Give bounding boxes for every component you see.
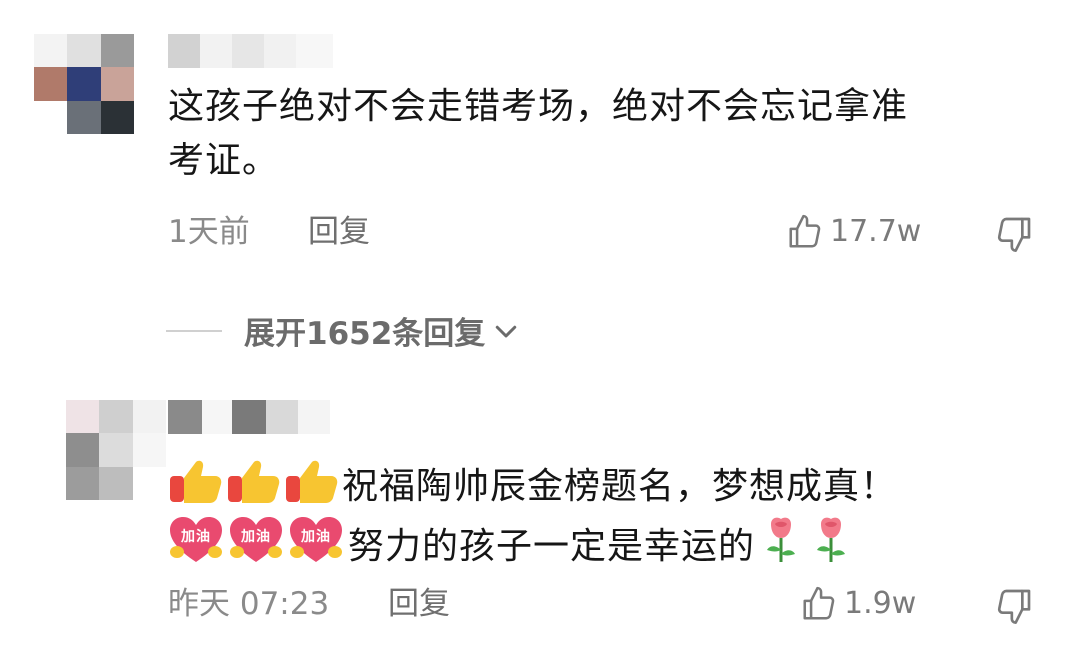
expand-replies-label: 展开1652条回复 — [244, 316, 486, 352]
like-button[interactable]: 17.7w — [786, 212, 921, 252]
expand-replies-button[interactable]: 展开1652条回复 — [166, 308, 521, 353]
thumbs-up-emoji — [286, 460, 338, 503]
comment-item: 祝福陶帅辰金榜题名，梦想成真！ 加油 加油 加油 努力的孩子一定是幸运的 昨天 … — [0, 380, 1080, 666]
comment-time: 昨天 07:23 — [168, 586, 330, 622]
comment-time: 1天前 — [168, 214, 250, 250]
thumbs-down-icon[interactable] — [994, 214, 1034, 254]
comment-text: 这孩子绝对不会走错考场，绝对不会忘记拿准 考证。 — [168, 80, 908, 188]
thumbs-up-emoji — [170, 460, 222, 503]
reply-button[interactable]: 回复 — [388, 584, 450, 624]
username[interactable] — [168, 400, 330, 434]
rose-emoji — [767, 517, 796, 562]
reply-button[interactable]: 回复 — [308, 212, 370, 252]
cheer-heart-emoji: 加油 — [230, 517, 282, 562]
comment-text: 祝福陶帅辰金榜题名，梦想成真！ 加油 加油 加油 努力的孩子一定是幸运的 — [168, 458, 897, 574]
cheer-emoji-label: 加油 — [180, 528, 211, 545]
cheer-heart-emoji: 加油 — [290, 517, 342, 562]
comment-text-line: 加油 加油 加油 努力的孩子一定是幸运的 — [168, 516, 897, 574]
thumbs-down-icon[interactable] — [994, 586, 1034, 626]
like-count: 17.7w — [830, 214, 922, 249]
chevron-down-icon — [496, 325, 517, 337]
divider — [166, 329, 222, 332]
thumbs-up-icon — [803, 586, 835, 620]
comment-text-line: 考证。 — [168, 140, 280, 181]
comment-text-segment: 祝福陶帅辰金榜题名，梦想成真！ — [342, 466, 898, 507]
avatar[interactable] — [34, 34, 134, 134]
username[interactable] — [168, 34, 333, 68]
like-button[interactable]: 1.9w — [800, 584, 916, 624]
thumbs-up-emoji — [228, 460, 280, 503]
cheer-heart-emoji: 加油 — [170, 517, 222, 562]
comment-item: 这孩子绝对不会走错考场，绝对不会忘记拿准 考证。 1天前 回复 17.7w — [0, 0, 1080, 290]
comment-text-line: 这孩子绝对不会走错考场，绝对不会忘记拿准 — [168, 86, 909, 127]
comment-text-segment: 努力的孩子一定是幸运的 — [348, 526, 756, 567]
rose-emoji — [817, 517, 846, 562]
avatar[interactable] — [66, 400, 166, 500]
comment-text-line: 祝福陶帅辰金榜题名，梦想成真！ — [168, 458, 897, 514]
cheer-emoji-label: 加油 — [300, 528, 331, 545]
like-count: 1.9w — [844, 586, 917, 621]
cheer-emoji-label: 加油 — [240, 528, 271, 545]
thumbs-up-icon — [789, 214, 821, 248]
